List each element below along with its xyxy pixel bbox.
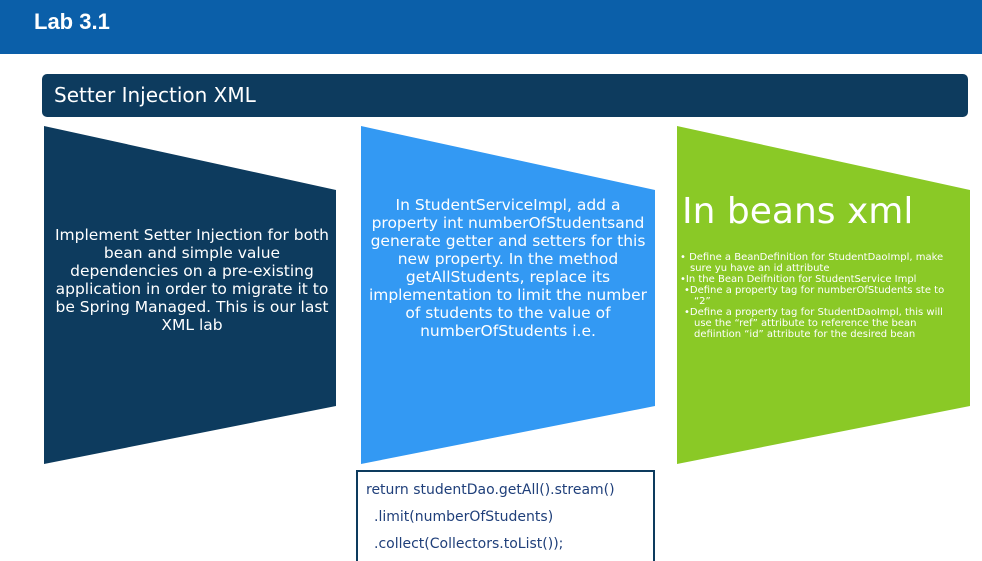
code-box: return studentDao.getAll().stream() .lim… (356, 470, 655, 561)
list-item: • Define a BeanDefinition for StudentDao… (680, 252, 944, 274)
middle-panel-text: In StudentServiceImpl, add a property in… (368, 196, 648, 340)
code-line: .limit(numberOfStudents) (374, 509, 554, 525)
right-panel-list: • Define a BeanDefinition for StudentDao… (680, 252, 960, 340)
slide: Lab 3.1 Setter Injection XML Implement S… (0, 0, 982, 561)
list-item: •In the Bean Deifnition for StudentServi… (680, 274, 917, 285)
code-line: return studentDao.getAll().stream() (366, 482, 615, 498)
list-item: •Define a property tag for numberOfStude… (684, 285, 945, 307)
left-panel-text: Implement Setter Injection for both bean… (54, 226, 330, 334)
code-line: .collect(Collectors.toList()); (374, 536, 564, 552)
list-item: •Define a property tag for StudentDaoImp… (684, 307, 943, 340)
right-panel-heading: In beans xml (682, 191, 914, 232)
